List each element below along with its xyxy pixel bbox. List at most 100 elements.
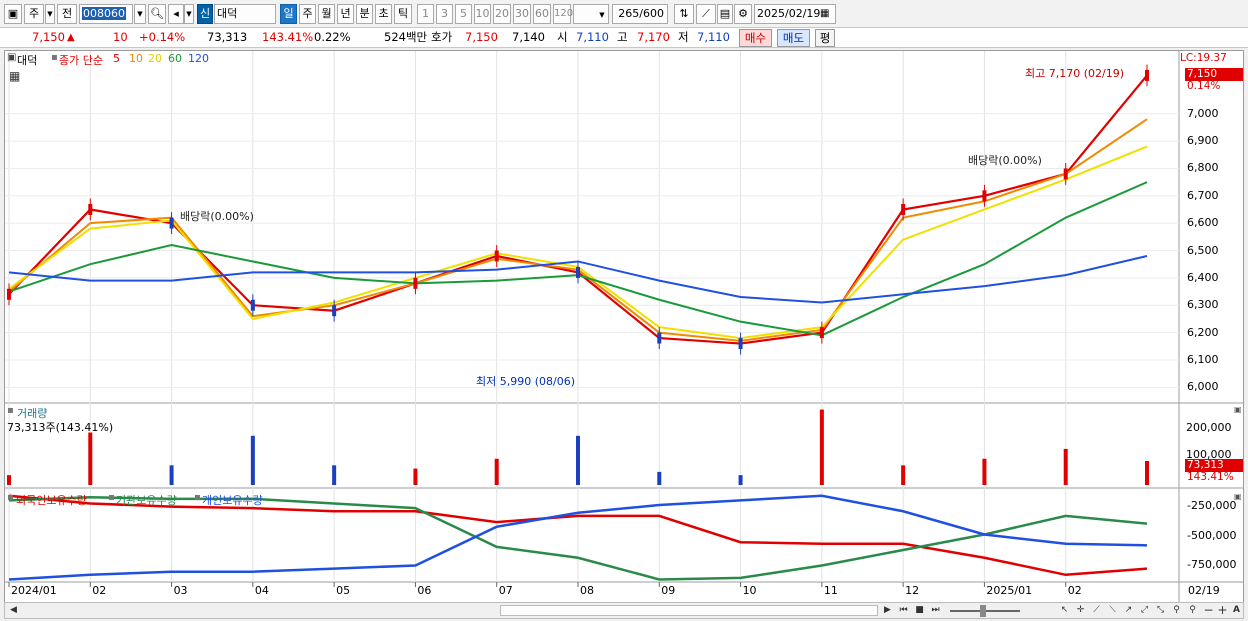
- interval-20[interactable]: 20: [493, 4, 511, 24]
- trendline-tool-icon[interactable]: ⟋: [1089, 604, 1104, 617]
- zoom-slider-handle[interactable]: [980, 605, 986, 617]
- code-dropdown-icon[interactable]: ▼: [134, 4, 146, 24]
- calendar-icon[interactable]: ▦: [820, 8, 829, 19]
- price-axis-tick: 6,600: [1187, 216, 1219, 230]
- arrow-tool-icon[interactable]: ↗: [1121, 604, 1136, 617]
- interval-20-label: 20: [495, 7, 509, 20]
- scroll-first-icon[interactable]: ⏮: [896, 604, 911, 617]
- period-minute[interactable]: 분: [356, 4, 373, 24]
- interval-30[interactable]: 30: [513, 4, 531, 24]
- buy-button[interactable]: 매수: [739, 29, 772, 47]
- search-zoom-icon[interactable]: ⚲: [1185, 604, 1200, 617]
- interval-60[interactable]: 60: [533, 4, 551, 24]
- volume-bar: [413, 468, 418, 485]
- volume-bar: [1063, 448, 1068, 485]
- candle-body: [88, 204, 93, 215]
- interval-120[interactable]: 120: [553, 4, 573, 24]
- scroll-right-icon[interactable]: ▶: [880, 604, 895, 617]
- scroll-thumb[interactable]: [500, 605, 878, 616]
- draw-line-icon[interactable]: ⟋: [696, 4, 716, 24]
- zoom-in-icon[interactable]: +: [1215, 604, 1230, 617]
- code-input[interactable]: 008060: [79, 4, 133, 24]
- period-month[interactable]: 월: [318, 4, 335, 24]
- ma-10-label: 10: [129, 52, 143, 65]
- dividend-annotation-2: 배당락(0.00%): [968, 154, 1042, 167]
- stop-icon[interactable]: ■: [912, 604, 927, 617]
- x-axis-label: 08: [580, 584, 594, 597]
- sell-button[interactable]: 매도: [777, 29, 810, 47]
- panel-menu-icon[interactable]: ▣: [7, 52, 16, 63]
- type-dropdown-icon[interactable]: ▼: [45, 4, 55, 24]
- candle-body: [738, 338, 743, 350]
- search-icon[interactable]: 🔍︎: [148, 4, 166, 24]
- period-minute-label: 분: [359, 7, 370, 20]
- magnifier-icon[interactable]: ⚲: [1169, 604, 1184, 617]
- code-value: 008060: [82, 7, 126, 20]
- interval-1[interactable]: 1: [417, 4, 434, 24]
- candle-body: [982, 190, 987, 202]
- volume-bar: [738, 475, 743, 485]
- period-second[interactable]: 초: [375, 4, 392, 24]
- volume-bar: [819, 409, 824, 485]
- turnover-pct: 0.22%: [314, 30, 351, 44]
- shape-tool-icon[interactable]: ⤡: [1153, 604, 1168, 617]
- interval-3[interactable]: 3: [436, 4, 453, 24]
- text-tool-icon[interactable]: A: [1229, 604, 1244, 617]
- scroll-last-icon[interactable]: ⏭: [928, 604, 943, 617]
- low-annotation: 최저 5,990 (08/06): [476, 375, 576, 388]
- period-year[interactable]: 년: [337, 4, 354, 24]
- x-axis-label: 12: [905, 584, 920, 597]
- scroll-left-icon[interactable]: ◀: [6, 604, 21, 617]
- x-axis-label: 03: [173, 584, 188, 597]
- eval-button[interactable]: 평: [815, 29, 835, 47]
- type-select[interactable]: 주: [24, 4, 44, 24]
- period-week[interactable]: 주: [299, 4, 316, 24]
- holding-tick-500k: -500,000: [1187, 529, 1237, 542]
- candle-body: [901, 204, 906, 215]
- candle-body: [576, 266, 580, 278]
- chart-canvas[interactable]: [5, 51, 1243, 602]
- open-price: 7,110: [576, 30, 609, 44]
- period-day[interactable]: 일: [280, 4, 297, 24]
- speaker-dropdown-icon[interactable]: ▼: [184, 4, 194, 24]
- calculator-icon[interactable]: ▦: [9, 69, 20, 83]
- x-axis-label: 04: [254, 584, 269, 597]
- chart-area[interactable]: ▣ 대덕 ▪ 종가 단순 5 10 20 60 120 ▦ LC:19.37 7…: [4, 50, 1244, 603]
- ask-label: 호가: [431, 30, 453, 44]
- x-axis-label: 05: [336, 584, 351, 597]
- horizontal-line-tool-icon[interactable]: ⟍: [1105, 604, 1120, 617]
- period-second-label: 초: [378, 7, 389, 20]
- zoom-out-icon[interactable]: −: [1201, 604, 1216, 617]
- candle-body: [332, 305, 337, 317]
- volume-bar: [250, 435, 255, 485]
- volume-panel-close-icon[interactable]: ▣: [1234, 405, 1242, 414]
- crosshair-tool-icon[interactable]: ✛: [1073, 604, 1088, 617]
- volume-summary: 73,313주(143.41%): [7, 421, 114, 434]
- prev-button[interactable]: 전: [57, 4, 77, 24]
- mode-badge: 신: [197, 4, 213, 24]
- period-tick[interactable]: 틱: [394, 4, 412, 24]
- window-menu-icon[interactable]: ▣: [4, 4, 22, 24]
- holding-panel-close-icon[interactable]: ▣: [1234, 492, 1242, 501]
- ma-60-label: 60: [168, 52, 182, 65]
- settings-icon[interactable]: ⚙: [734, 4, 752, 24]
- count-field[interactable]: 265/600: [612, 4, 668, 24]
- speaker-icon[interactable]: ◂: [168, 4, 184, 24]
- pointer-tool-icon[interactable]: ↖: [1057, 604, 1072, 617]
- ma-20-label: 20: [148, 52, 162, 65]
- compare-icon[interactable]: ⇅: [674, 4, 694, 24]
- period-tick-label: 틱: [397, 7, 409, 20]
- interval-10[interactable]: 10: [474, 4, 491, 24]
- individual-legend: 개인보유수량: [202, 494, 263, 507]
- price-axis-tick: 6,500: [1187, 243, 1219, 257]
- save-icon[interactable]: ▤: [717, 4, 733, 24]
- stock-name-field[interactable]: 대덕: [214, 4, 276, 24]
- interval-5[interactable]: 5: [455, 4, 472, 24]
- interval-dropdown-icon[interactable]: ▼: [596, 6, 608, 26]
- volume-bar: [1145, 460, 1149, 485]
- fibonacci-tool-icon[interactable]: ⤢: [1137, 604, 1152, 617]
- chart-scrollbar[interactable]: ◀ ▶ ⏮ ■ ⏭ ↖ ✛ ⟋ ⟍ ↗ ⤢ ⤡ ⚲ ⚲ − + A: [4, 602, 1244, 619]
- volume-bar: [576, 435, 580, 485]
- x-axis-label: 02: [1067, 584, 1082, 597]
- volume-bar: [901, 465, 906, 485]
